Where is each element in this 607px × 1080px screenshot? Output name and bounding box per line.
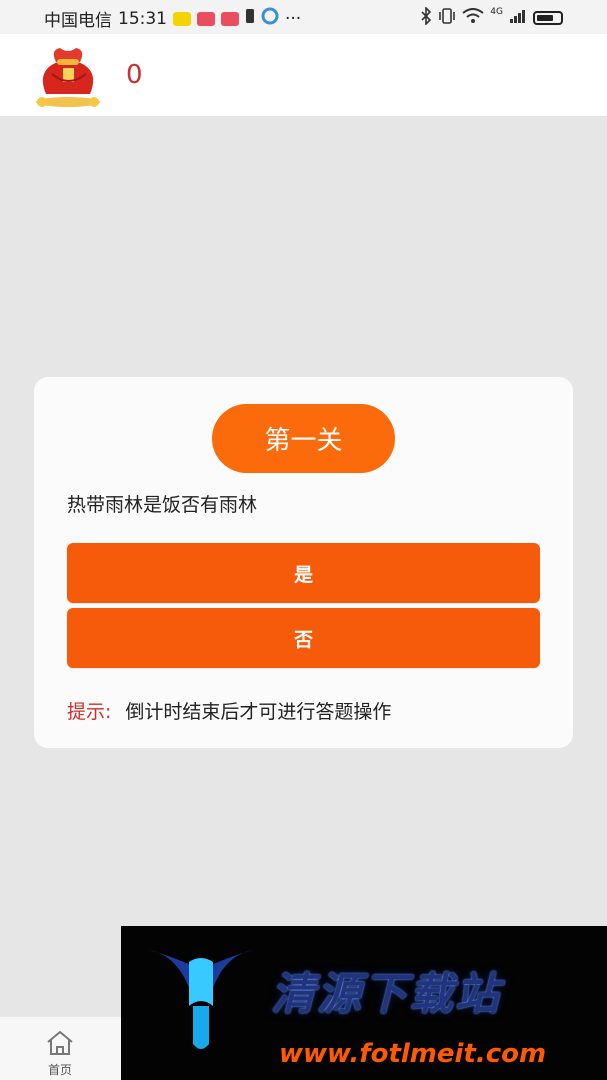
- yes-button[interactable]: 是: [67, 543, 540, 603]
- status-left: 中国电信 15:31 ···: [44, 6, 301, 31]
- notification-app-icon: [173, 11, 191, 26]
- sim-icon: [245, 8, 255, 29]
- battery-icon: [533, 11, 563, 25]
- home-icon: [47, 1030, 73, 1055]
- header-bar: 0: [0, 34, 607, 117]
- notification-app-icon: [197, 11, 215, 26]
- no-button[interactable]: 否: [67, 608, 540, 668]
- coin-count: 0: [126, 60, 143, 90]
- network-type-label: 4G: [490, 7, 503, 17]
- vibrate-icon: [438, 8, 456, 28]
- notification-app-icon: [221, 11, 239, 26]
- status-right: 4G: [420, 6, 563, 29]
- level-badge: 第一关: [212, 404, 395, 473]
- hint-text: 倒计时结束后才可进行答题操作: [125, 701, 392, 723]
- question-text: 热带雨林是饭否有雨林: [67, 494, 258, 516]
- wifi-icon: [462, 8, 484, 28]
- watermark-overlay: 清源下载站 www.fotlmeit.com: [121, 926, 607, 1080]
- quiz-card: 第一关 热带雨林是饭否有雨林 是 否 提示: 倒计时结束后才可进行答题操作: [34, 377, 573, 748]
- more-notifications-icon: ···: [285, 8, 302, 29]
- hint-label: 提示:: [67, 701, 112, 723]
- watermark-title: 清源下载站: [271, 969, 501, 1020]
- clock: 15:31: [118, 8, 167, 29]
- bottom-tabbar: 首页: [0, 1017, 121, 1080]
- status-bar: 中国电信 15:31 ··· 4G: [0, 0, 607, 34]
- tab-home-label: 首页: [47, 1063, 73, 1077]
- carrier-label: 中国电信: [44, 11, 112, 31]
- watermark-logo-icon: [149, 950, 253, 1049]
- money-bag-icon[interactable]: [32, 44, 104, 108]
- signal-icon: [509, 8, 527, 28]
- circle-app-icon: [261, 7, 279, 30]
- watermark-url: www.fotlmeit.com: [279, 1039, 547, 1069]
- bluetooth-icon: [420, 6, 432, 29]
- hint: 提示: 倒计时结束后才可进行答题操作: [67, 697, 391, 724]
